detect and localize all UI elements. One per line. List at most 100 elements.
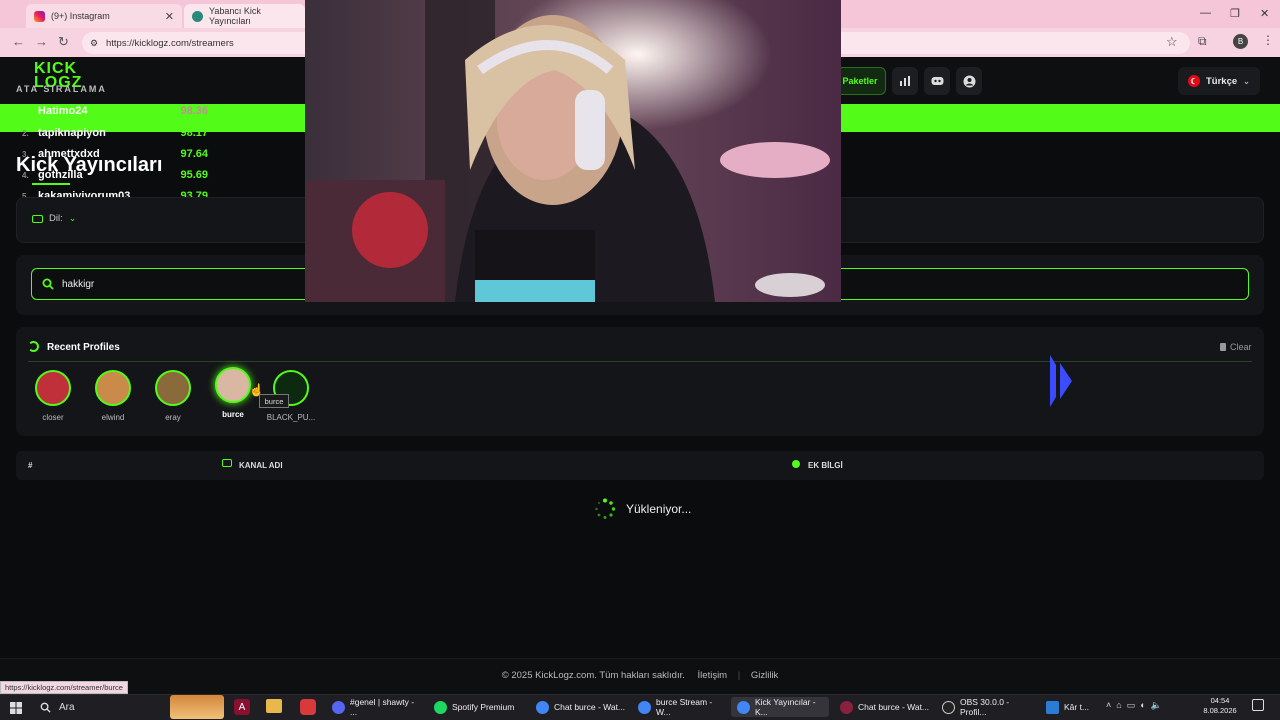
title-underline bbox=[32, 183, 70, 185]
tab-label: Yabancı Kick Yayıncıları bbox=[209, 6, 261, 26]
status-bar-url: https://kicklogz.com/streamer/burce bbox=[0, 681, 128, 694]
avatar bbox=[155, 370, 191, 406]
bookmark-star-icon[interactable]: ☆ bbox=[1166, 34, 1178, 50]
system-tray-icons[interactable]: ˄⌂▭◐🔈 bbox=[1106, 700, 1167, 711]
chevron-down-icon: ⌄ bbox=[1243, 76, 1250, 86]
recent-profile-closer[interactable]: closer bbox=[23, 370, 83, 422]
footer-privacy-link[interactable]: Gizlilik bbox=[751, 670, 778, 681]
taskbar-item[interactable]: Spotify Premium bbox=[428, 697, 524, 717]
search-icon bbox=[40, 702, 51, 713]
site-info-icon[interactable]: ⚙ bbox=[90, 38, 98, 49]
taskbar-item[interactable]: OBS 30.0.0 - Profil... bbox=[936, 697, 1036, 717]
ranking-row: 4. gothzilla 95.69 bbox=[22, 169, 208, 181]
tab-kick-streamers[interactable]: Yabancı Kick Yayıncıları bbox=[184, 4, 305, 28]
rank-number: 4. bbox=[22, 170, 29, 180]
rank-score: 98.36 bbox=[180, 105, 208, 117]
start-button[interactable] bbox=[10, 701, 22, 719]
profile-name: burce bbox=[222, 410, 244, 419]
rank-number: 2. bbox=[22, 128, 29, 138]
streamer-table-header: # KANAL ADI EK BİLGİ bbox=[16, 451, 1264, 480]
column-extra-info[interactable]: EK BİLGİ bbox=[808, 461, 843, 470]
language-filter-icon bbox=[32, 214, 43, 223]
ranking-overlay-label: ATA SIRALAMA bbox=[16, 84, 107, 94]
footer-contact-link[interactable]: İletişim bbox=[698, 670, 728, 681]
minimize-icon[interactable]: — bbox=[1200, 7, 1211, 19]
taskbar-search-label: Ara bbox=[59, 701, 75, 713]
forward-icon[interactable]: → bbox=[35, 34, 48, 49]
close-tab-icon[interactable]: ✕ bbox=[165, 10, 174, 23]
close-window-icon[interactable]: ✕ bbox=[1260, 7, 1269, 20]
loading-indicator: Yükleniyor... bbox=[594, 498, 691, 520]
profile-name: closer bbox=[42, 413, 64, 422]
clock-date: 8.08.2026 bbox=[1203, 706, 1237, 715]
file-explorer-icon[interactable] bbox=[266, 699, 282, 713]
profile-name: BLACK_PU... bbox=[266, 413, 316, 422]
taskbar-item[interactable]: #genel | shawty - ... bbox=[326, 697, 422, 717]
taskbar-search[interactable]: Ara bbox=[32, 697, 172, 717]
tab-instagram[interactable]: (9+) Instagram ✕ bbox=[26, 4, 182, 28]
taskbar-item-label: #genel | shawty - ... bbox=[350, 697, 415, 717]
taskbar-item-label: Chat burce - Wat... bbox=[554, 702, 626, 712]
browser-icon bbox=[840, 700, 853, 714]
taskbar-item[interactable]: burce Stream - W... bbox=[632, 697, 728, 717]
chrome-icon bbox=[536, 700, 549, 714]
taskbar-item[interactable]: Kâr t... bbox=[1040, 697, 1100, 717]
windows-icon bbox=[10, 702, 22, 714]
monitor-icon bbox=[222, 459, 232, 467]
profile-name: eray bbox=[165, 413, 181, 422]
chrome-icon bbox=[638, 700, 651, 714]
taskbar-item-label: Kick Yayıncılar - K... bbox=[755, 697, 816, 717]
rank-score: 97.64 bbox=[180, 148, 208, 160]
url-text: https://kicklogz.com/streamers bbox=[106, 37, 234, 49]
app-a-icon[interactable]: A bbox=[234, 699, 250, 715]
red-app-icon[interactable] bbox=[300, 699, 316, 715]
taskbar-item[interactable]: Chat burce - Wat... bbox=[834, 697, 932, 717]
tab-label: (9+) Instagram bbox=[51, 11, 110, 21]
maximize-icon[interactable]: ❐ bbox=[1230, 7, 1240, 20]
recent-profile-eray[interactable]: eray bbox=[143, 370, 203, 422]
taskbar-item-active[interactable]: Kick Yayıncılar - K... bbox=[731, 697, 829, 717]
turkey-flag-icon: ☾ bbox=[1188, 75, 1200, 87]
footer-separator: | bbox=[737, 670, 741, 681]
extensions-icon[interactable]: ⧉ bbox=[1198, 34, 1207, 49]
taskbar-item[interactable]: Chat burce - Wat... bbox=[530, 697, 626, 717]
rank-name: tapiknapiyon bbox=[38, 127, 106, 139]
language-filter[interactable]: Dil: ⌄ bbox=[32, 213, 76, 224]
back-icon[interactable]: ← bbox=[12, 34, 25, 49]
taskbar-item-label: Kâr t... bbox=[1064, 702, 1090, 712]
discord-icon bbox=[332, 700, 345, 714]
cursor-icon: ☝ bbox=[249, 383, 264, 397]
chevron-down-icon: ⌄ bbox=[68, 213, 77, 223]
clear-label: Clear bbox=[1230, 342, 1252, 352]
spinner-icon bbox=[595, 498, 616, 519]
site-icon bbox=[192, 10, 203, 22]
packages-button[interactable]: Paketler bbox=[834, 67, 886, 95]
blue-logo-icon bbox=[1050, 355, 1072, 407]
obs-icon bbox=[942, 700, 955, 714]
account-icon[interactable] bbox=[956, 67, 982, 95]
recent-profile-elwind[interactable]: elwind bbox=[83, 370, 143, 422]
search-icon bbox=[42, 278, 54, 290]
language-filter-label: Dil: bbox=[49, 213, 63, 224]
stats-icon[interactable] bbox=[892, 67, 918, 95]
spotify-icon bbox=[434, 700, 447, 714]
profile-avatar-icon[interactable]: B bbox=[1233, 34, 1248, 49]
language-label: Türkçe bbox=[1206, 75, 1238, 87]
desert-widget-icon[interactable] bbox=[170, 695, 224, 719]
reload-icon[interactable]: ↻ bbox=[58, 34, 69, 50]
column-channel-name[interactable]: KANAL ADI bbox=[239, 461, 283, 470]
notifications-icon[interactable] bbox=[1252, 699, 1264, 711]
clock[interactable]: 04:54 8.08.2026 bbox=[1200, 696, 1240, 716]
copyright-text: © 2025 KickLogz.com. Tüm hakları saklıdı… bbox=[501, 670, 685, 681]
instagram-icon bbox=[34, 10, 45, 22]
rank-score: 95.69 bbox=[180, 169, 208, 181]
rank-name: gothzilla bbox=[38, 169, 83, 181]
history-icon bbox=[28, 341, 39, 352]
chrome-icon bbox=[737, 700, 750, 714]
browser-menu-icon[interactable]: ⋮ bbox=[1262, 33, 1274, 47]
avatar bbox=[95, 370, 131, 406]
discord-icon[interactable] bbox=[924, 67, 950, 95]
language-selector[interactable]: ☾ Türkçe ⌄ bbox=[1178, 67, 1260, 95]
clear-button[interactable]: Clear bbox=[1220, 342, 1252, 352]
stream-video[interactable] bbox=[305, 0, 841, 302]
